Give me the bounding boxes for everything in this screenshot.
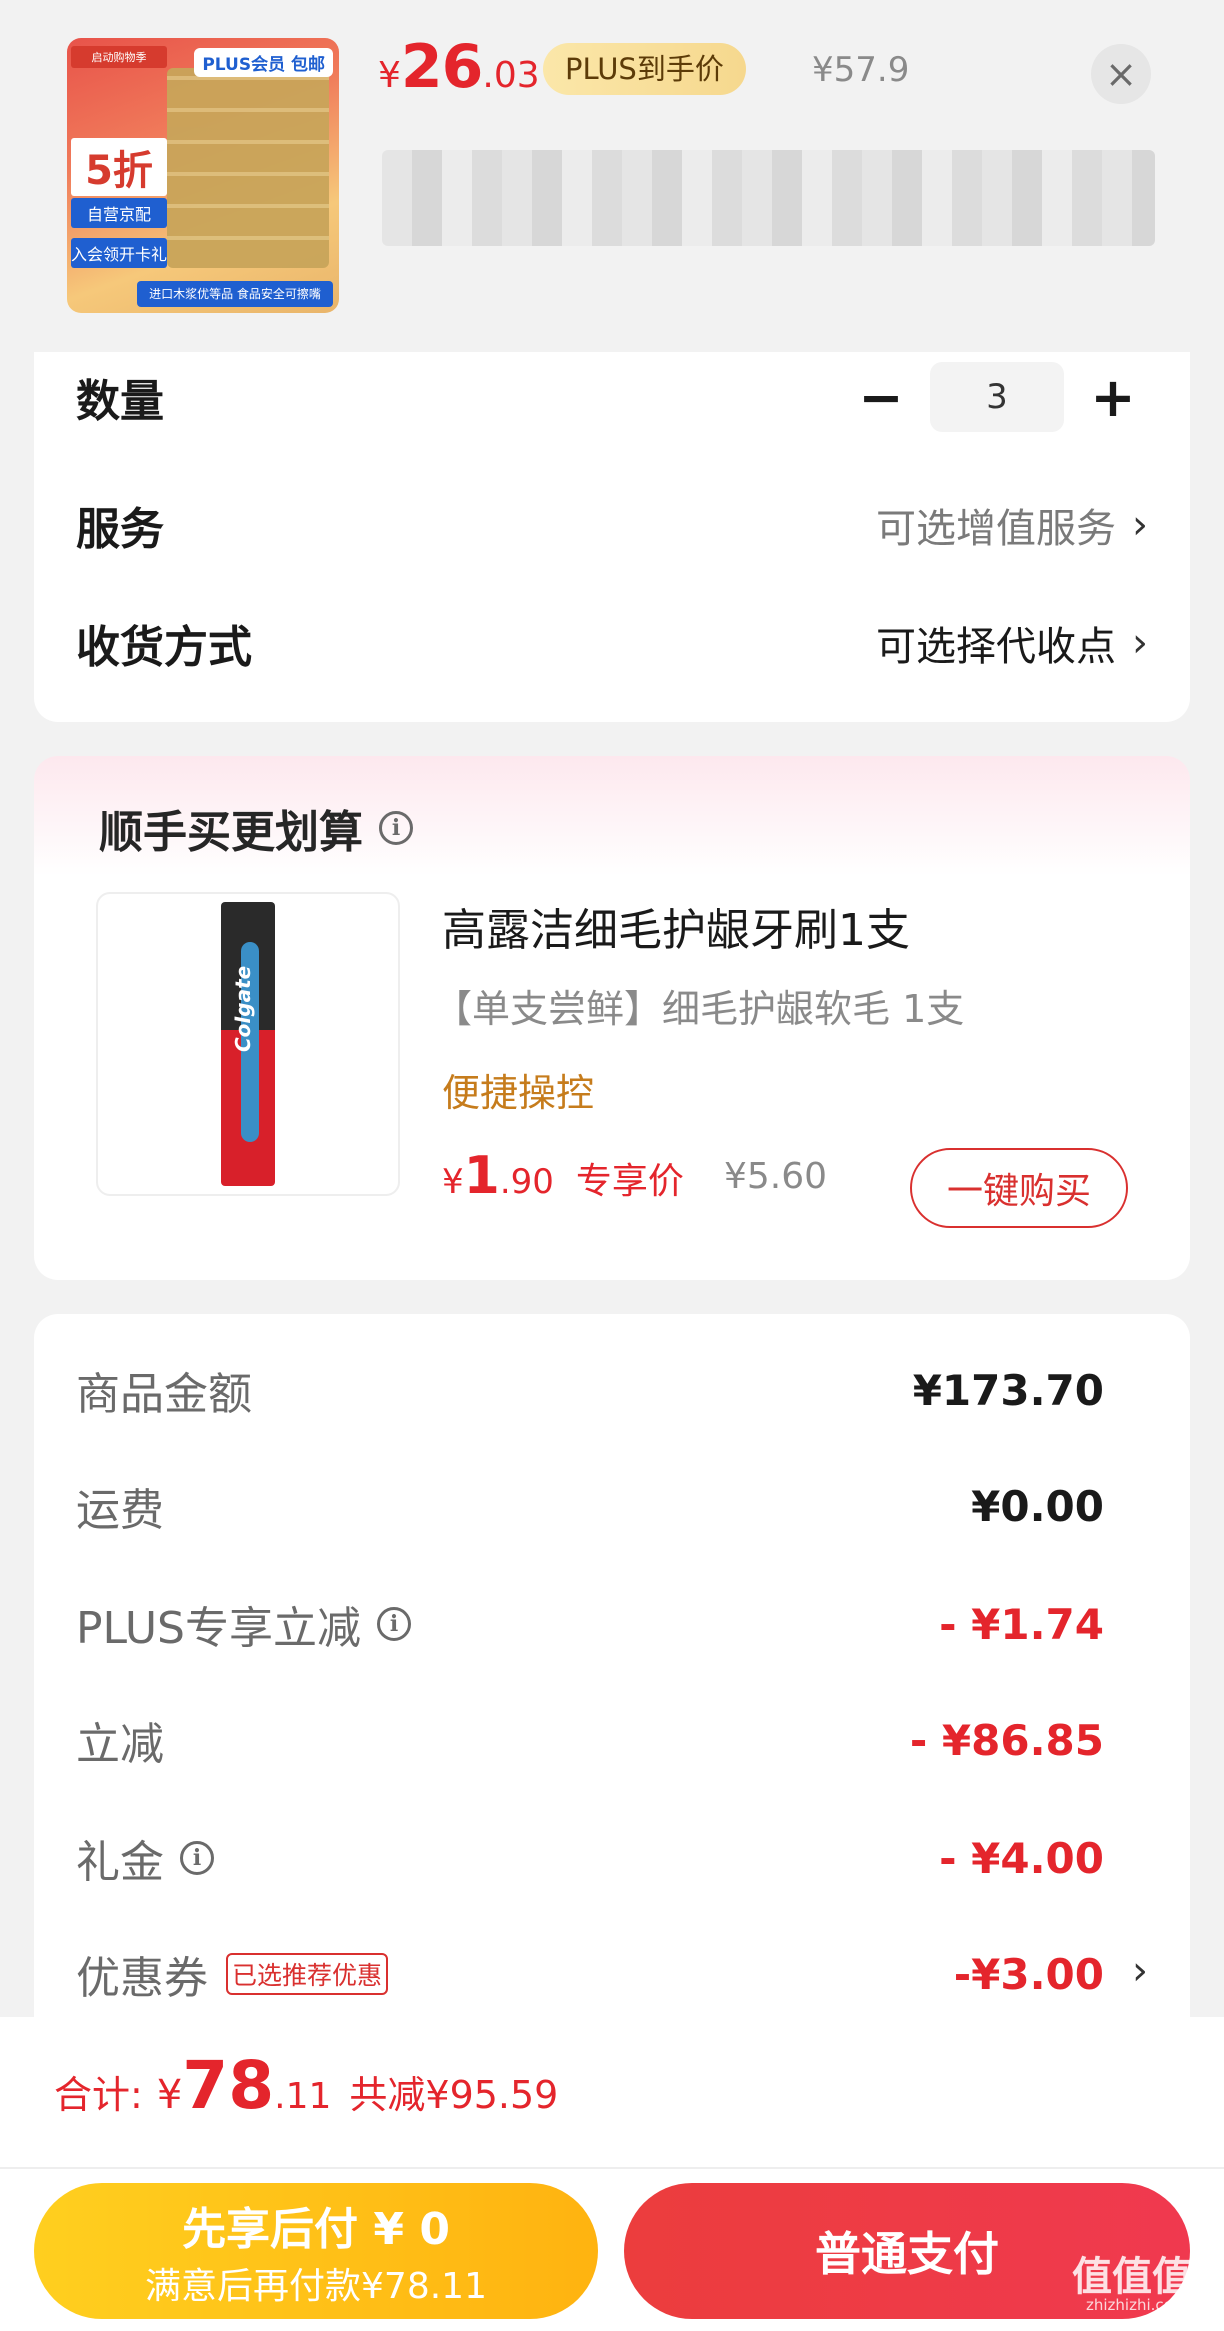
thumbnail-tag-top: 启动购物季 (71, 46, 167, 68)
summary-value: ¥0.00 (971, 1481, 1104, 1531)
options-card: 数量 − 3 + 服务 可选增值服务 › 收货方式 可选择代收点 › (34, 352, 1190, 722)
quantity-row: 数量 − 3 + (76, 352, 1148, 442)
product-thumbnail: 启动购物季 PLUS会员 包邮 5折 自营京配 入会领开卡礼 进口木浆优等品 食… (67, 38, 339, 313)
divider (0, 2167, 1224, 2169)
delivery-label: 收货方式 (76, 622, 252, 673)
delivery-value-wrap: 可选择代收点 › (876, 614, 1148, 672)
summary-row-plus-discount: PLUS专享立减 i - ¥1.74 (76, 1584, 1104, 1664)
watermark-url: zhizhizhi.com (1086, 2296, 1188, 2314)
info-icon[interactable]: i (377, 1607, 411, 1641)
price-integer: 26 (400, 32, 483, 102)
toothbrush-graphic: Colgate (221, 902, 275, 1186)
product-header: 启动购物季 PLUS会员 包邮 5折 自营京配 入会领开卡礼 进口木浆优等品 食… (0, 0, 1224, 352)
chevron-right-icon: › (1132, 620, 1148, 666)
product-feature: 便捷操控 (442, 1071, 595, 1115)
product-price: ¥ 1 .90 专享价 (442, 1146, 684, 1206)
summary-row-goods: 商品金额 ¥173.70 (76, 1350, 1104, 1430)
chevron-right-icon[interactable]: › (1132, 1948, 1148, 1994)
thumbnail-discount: 5折 (71, 138, 167, 196)
summary-value: - ¥4.00 (939, 1833, 1104, 1883)
total-integer: 78 (182, 2047, 275, 2124)
quantity-stepper: − 3 + (846, 362, 1148, 432)
thumbnail-tag-member: 入会领开卡礼 (71, 238, 167, 268)
info-icon[interactable]: i (379, 811, 413, 845)
price-decimal: .03 (482, 55, 540, 96)
minus-icon[interactable]: − (846, 362, 916, 432)
summary-label-wrap: PLUS专享立减 i (76, 1592, 411, 1656)
product-original-price: ¥5.60 (724, 1156, 828, 1197)
product-price-integer: 1 (463, 1146, 500, 1206)
service-value-wrap: 可选增值服务 › (876, 496, 1148, 554)
product-name[interactable]: 高露洁细毛护龈牙刷1支 (442, 894, 910, 958)
summary-label: 运费 (76, 1485, 164, 1536)
delivery-value: 可选择代收点 (876, 624, 1116, 670)
product-price-decimal: .90 (499, 1162, 554, 1202)
delivery-row[interactable]: 收货方式 可选择代收点 › (76, 598, 1148, 688)
service-row[interactable]: 服务 可选增值服务 › (76, 480, 1148, 570)
summary-label: 立减 (76, 1719, 164, 1770)
summary-row-gift-money: 礼金 i - ¥4.00 (76, 1818, 1104, 1898)
summary-value: - ¥1.74 (939, 1599, 1104, 1649)
blurred-product-title (382, 150, 1155, 246)
total-decimal: .11 (274, 2076, 332, 2117)
service-value: 可选增值服务 (876, 506, 1116, 552)
product-price-tag: 专享价 (575, 1161, 684, 1202)
watermark: 值值值 (1072, 2254, 1192, 2300)
summary-row-instant-discount: 立减 - ¥86.85 (76, 1700, 1104, 1780)
pay-later-button[interactable]: 先享后付 ¥ 0 满意后再付款¥78.11 (34, 2183, 598, 2319)
toothbrush-brand: Colgate (231, 965, 255, 1052)
close-button[interactable]: × (1091, 44, 1151, 104)
total-saved: 共减¥95.59 (349, 2073, 559, 2117)
quantity-label: 数量 (76, 376, 164, 427)
total-currency: ¥ (156, 2072, 183, 2118)
plus-price-badge: PLUS到手价 (543, 43, 746, 95)
product-spec: 【单支尝鲜】细毛护龈软毛 1支 (434, 987, 965, 1031)
summary-value: ¥173.70 (912, 1365, 1104, 1415)
product-price-currency: ¥ (442, 1162, 464, 1202)
plus-price: ¥ 26 .03 (378, 32, 540, 104)
recommend-heading: 顺手买更划算 i (99, 796, 413, 860)
recommend-card: 顺手买更划算 i Colgate 高露洁细毛护龈牙刷1支 【单支尝鲜】细毛护龈软… (34, 756, 1190, 1280)
chevron-right-icon: › (1132, 502, 1148, 548)
checkout-bar: 合计: ¥ 78 .11 共减¥95.59 先享后付 ¥ 0 满意后再付款¥78… (0, 2017, 1224, 2331)
summary-value: -¥3.00 (953, 1949, 1104, 1999)
total-price: 合计: ¥ 78 .11 共减¥95.59 (54, 2047, 558, 2124)
toothbrush-image[interactable]: Colgate (96, 892, 400, 1196)
plus-icon[interactable]: + (1078, 362, 1148, 432)
summary-label: PLUS专享立减 (76, 1603, 361, 1654)
service-label: 服务 (76, 504, 164, 555)
summary-value: - ¥86.85 (909, 1715, 1104, 1765)
recommend-heading-text: 顺手买更划算 (99, 807, 363, 858)
one-click-buy-button[interactable]: 一键购买 (910, 1148, 1128, 1228)
summary-label: 优惠券 (76, 1953, 208, 2004)
quantity-value[interactable]: 3 (930, 362, 1064, 432)
original-price: ¥57.9 (812, 50, 910, 90)
coupon-tag: 已选推荐优惠 (226, 1953, 389, 1995)
pay-later-title: 先享后付 ¥ 0 (182, 2204, 450, 2255)
pay-later-subtitle: 满意后再付款¥78.11 (145, 2266, 487, 2307)
thumbnail-brand: PLUS会员 包邮 (194, 48, 333, 77)
summary-label: 礼金 (76, 1837, 164, 1888)
price-currency: ¥ (378, 55, 401, 96)
thumbnail-footer: 进口木浆优等品 食品安全可擦嘴 (137, 281, 333, 307)
close-icon: × (1105, 52, 1137, 96)
summary-row-shipping: 运费 ¥0.00 (76, 1466, 1104, 1546)
summary-label-wrap: 礼金 i (76, 1826, 214, 1890)
info-icon[interactable]: i (180, 1841, 214, 1875)
thumbnail-tag-jd: 自营京配 (71, 198, 167, 228)
summary-row-coupon[interactable]: 优惠券 已选推荐优惠 -¥3.00 (76, 1934, 1104, 2014)
total-label: 合计: (54, 2073, 143, 2117)
summary-label-wrap: 优惠券 已选推荐优惠 (76, 1942, 389, 2006)
tissue-boxes-image (167, 68, 329, 268)
summary-label: 商品金额 (76, 1369, 252, 1420)
